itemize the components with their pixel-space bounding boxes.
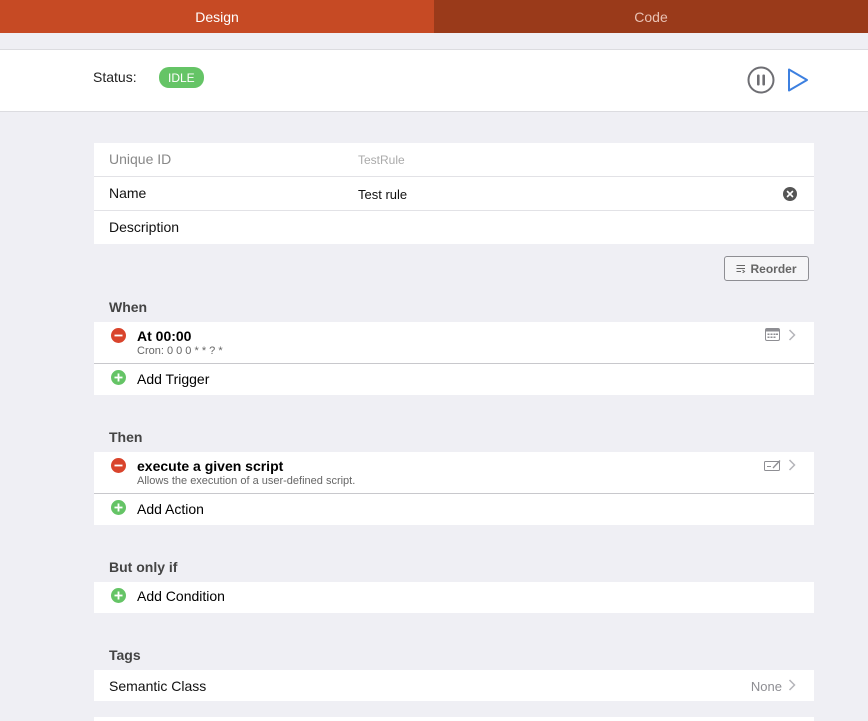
remove-icon[interactable] xyxy=(111,458,126,473)
unique-id-input[interactable]: TestRule xyxy=(358,153,405,167)
then-section-title: Then xyxy=(109,429,143,445)
status-bar: Status: IDLE xyxy=(0,49,868,112)
name-row: Name Test rule xyxy=(94,177,814,211)
add-icon[interactable] xyxy=(111,588,126,603)
remove-icon[interactable] xyxy=(111,328,126,343)
add-action-row[interactable]: Add Action xyxy=(94,494,814,525)
clear-icon[interactable] xyxy=(783,187,797,201)
tab-design[interactable]: Design xyxy=(0,0,434,33)
add-icon[interactable] xyxy=(111,500,126,515)
reorder-label: Reorder xyxy=(750,261,797,276)
reorder-icon xyxy=(736,265,746,273)
when-section-title: When xyxy=(109,299,148,315)
add-trigger-label: Add Trigger xyxy=(137,371,210,387)
trigger-item[interactable]: At 00:00 Cron: 0 0 0 * * ? * xyxy=(94,322,814,364)
status-badge: IDLE xyxy=(159,67,204,88)
pause-icon[interactable] xyxy=(747,66,775,94)
next-list-edge xyxy=(94,717,814,721)
add-condition-row[interactable]: Add Condition xyxy=(94,582,814,613)
unique-id-label: Unique ID xyxy=(109,151,172,167)
tab-code[interactable]: Code xyxy=(434,0,868,33)
reorder-button[interactable]: Reorder xyxy=(724,256,809,281)
action-title: execute a given script xyxy=(137,458,284,474)
play-icon[interactable] xyxy=(786,67,810,93)
tags-list: Semantic Class None xyxy=(94,670,814,701)
when-list: At 00:00 Cron: 0 0 0 * * ? * Add Trigger xyxy=(94,322,814,395)
chevron-right-icon xyxy=(788,459,796,471)
add-trigger-row[interactable]: Add Trigger xyxy=(94,364,814,395)
description-row[interactable]: Description xyxy=(94,211,814,244)
conditions-list: Add Condition xyxy=(94,582,814,613)
script-icon xyxy=(764,460,781,471)
rule-info-list: Unique ID TestRule Name Test rule Descri… xyxy=(94,143,814,244)
add-icon[interactable] xyxy=(111,370,126,385)
semantic-class-row[interactable]: Semantic Class None xyxy=(94,670,814,701)
unique-id-row: Unique ID TestRule xyxy=(94,143,814,177)
action-subtitle: Allows the execution of a user-defined s… xyxy=(137,475,356,487)
semantic-class-value: None xyxy=(750,679,782,694)
chevron-right-icon xyxy=(788,679,796,691)
description-label: Description xyxy=(109,219,180,235)
trigger-title: At 00:00 xyxy=(137,328,192,344)
tab-bar: Design Code xyxy=(0,0,868,33)
action-item[interactable]: execute a given script Allows the execut… xyxy=(94,452,814,494)
calendar-icon xyxy=(765,328,780,341)
but-only-if-section-title: But only if xyxy=(109,559,178,575)
name-input[interactable]: Test rule xyxy=(358,187,407,202)
name-label: Name xyxy=(109,185,147,201)
add-action-label: Add Action xyxy=(137,501,204,517)
chevron-right-icon xyxy=(788,329,796,341)
add-condition-label: Add Condition xyxy=(137,588,225,604)
status-label: Status: xyxy=(93,69,137,85)
then-list: execute a given script Allows the execut… xyxy=(94,452,814,525)
semantic-class-label: Semantic Class xyxy=(109,678,207,694)
trigger-subtitle: Cron: 0 0 0 * * ? * xyxy=(137,345,223,357)
tags-section-title: Tags xyxy=(109,647,141,663)
